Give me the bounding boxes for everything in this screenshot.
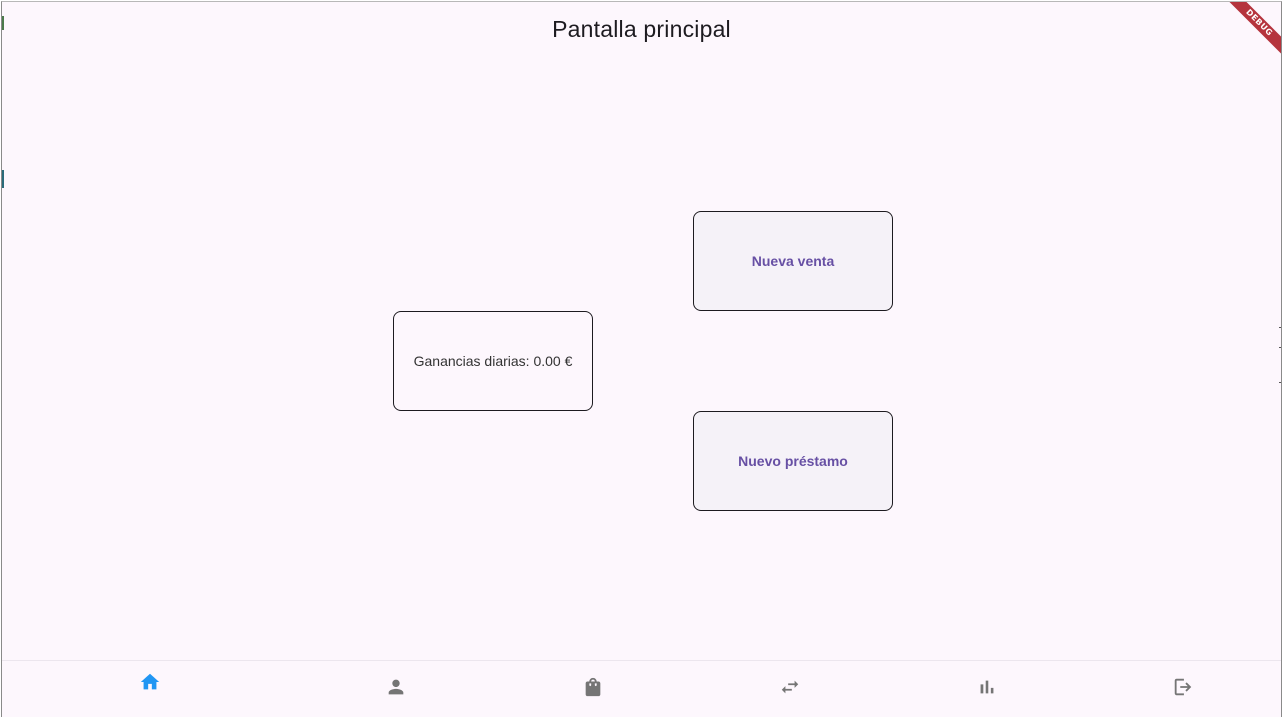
bottom-navigation-bar [2, 660, 1281, 717]
shopping-bag-icon [582, 676, 604, 703]
nav-item-statistics[interactable] [957, 661, 1017, 717]
home-icon [139, 673, 161, 698]
logout-icon [1172, 676, 1194, 703]
new-loan-button[interactable]: Nuevo préstamo [693, 411, 893, 511]
nav-item-home[interactable] [120, 661, 180, 717]
debug-banner: DEBUG [1221, 2, 1281, 62]
nav-item-logout[interactable] [1153, 661, 1213, 717]
nav-item-sales[interactable] [563, 661, 623, 717]
page-title: Pantalla principal [552, 16, 731, 42]
window-edge-mark [2, 170, 4, 188]
window-edge-mark [1279, 327, 1281, 328]
debug-banner-label: DEBUG [1226, 2, 1281, 56]
person-icon [385, 676, 407, 703]
daily-earnings-text: Ganancias diarias: 0.00 € [413, 353, 573, 369]
window-edge-mark [1279, 382, 1281, 383]
nav-item-loans[interactable] [760, 661, 820, 717]
swap-arrows-icon [779, 676, 801, 703]
nav-item-profile[interactable] [366, 661, 426, 717]
new-sale-button[interactable]: Nueva venta [693, 211, 893, 311]
new-sale-label: Nueva venta [751, 253, 835, 269]
new-loan-label: Nuevo préstamo [738, 453, 848, 469]
app-window: Pantalla principal DEBUG Ganancias diari… [1, 1, 1282, 717]
daily-earnings-card: Ganancias diarias: 0.00 € [393, 311, 593, 411]
window-edge-mark [1279, 347, 1281, 348]
bar-chart-icon [976, 676, 998, 703]
